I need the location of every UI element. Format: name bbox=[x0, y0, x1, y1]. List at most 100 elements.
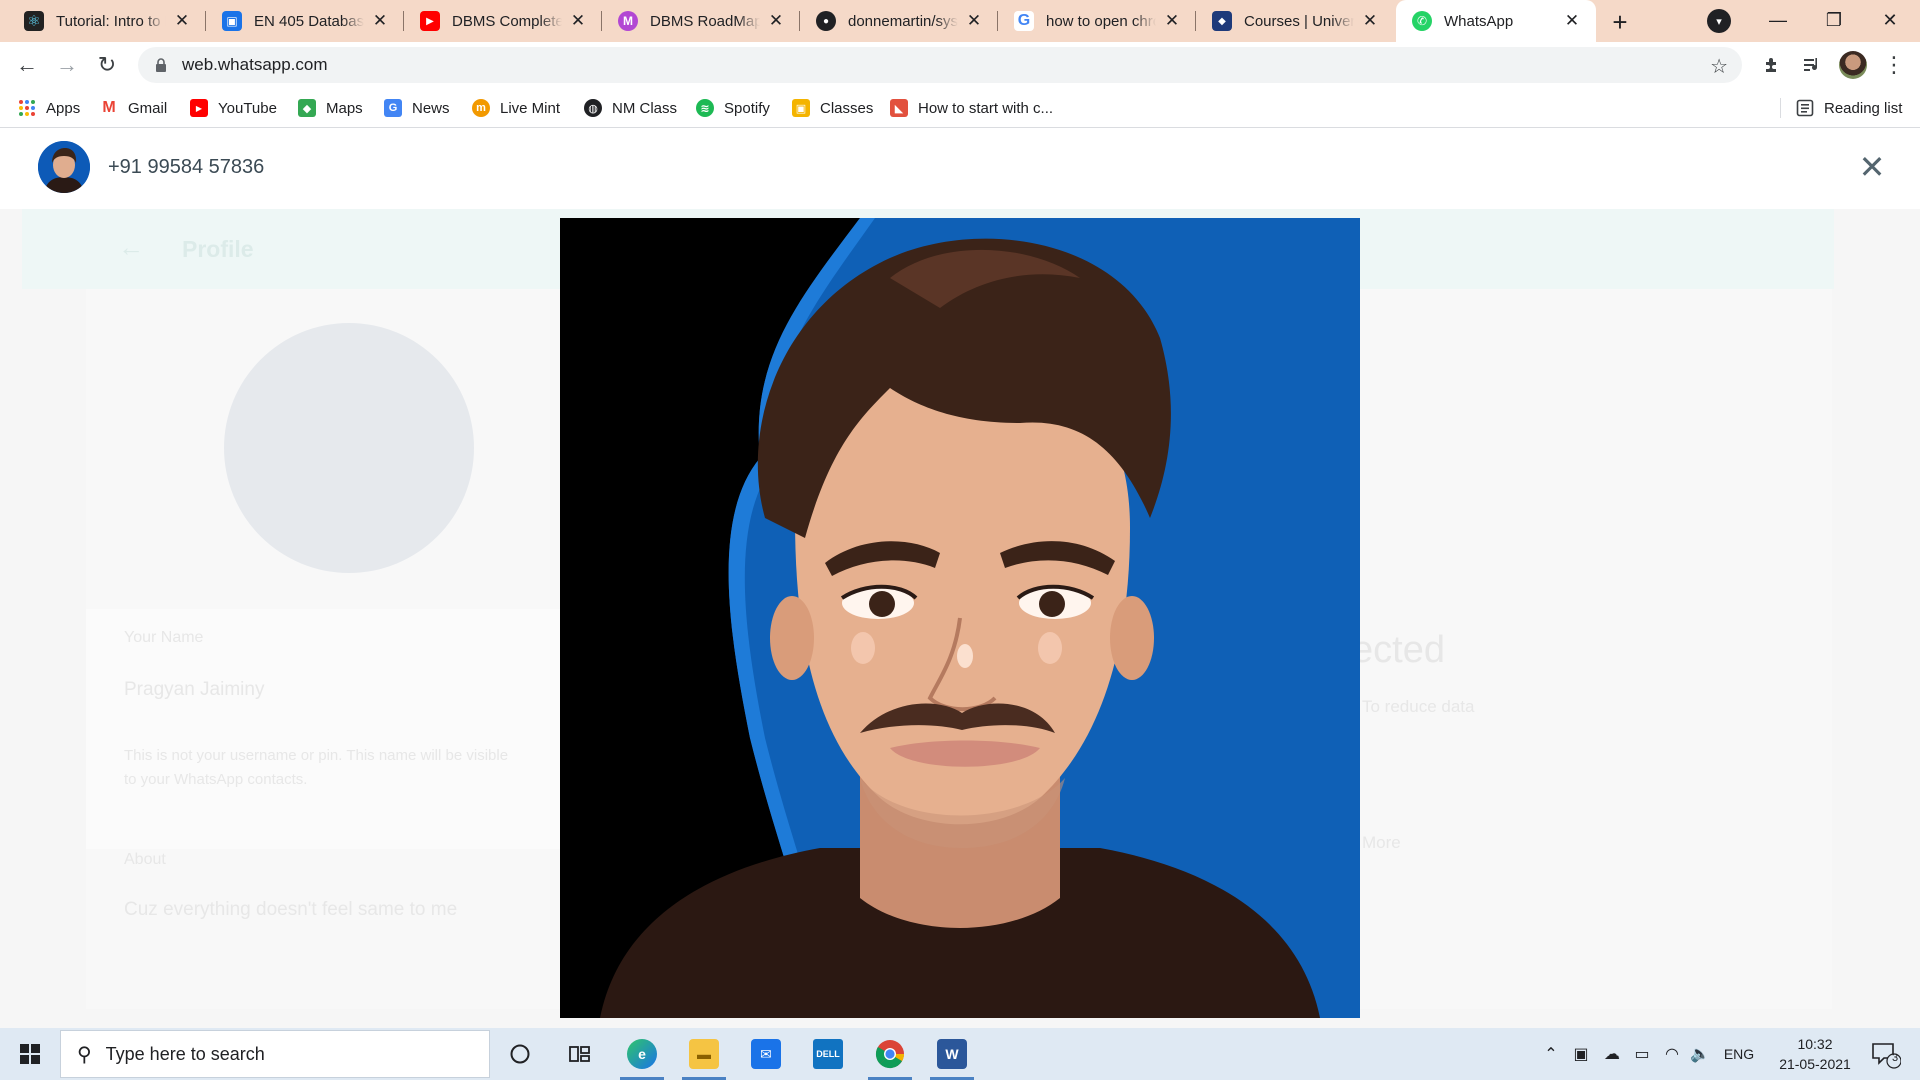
onedrive-icon[interactable]: ☁ bbox=[1598, 1028, 1626, 1080]
bookmark-livemint[interactable]: m Live Mint bbox=[472, 88, 560, 128]
about-label: About bbox=[124, 851, 166, 868]
bookmark-nm-class[interactable]: ◍ NM Class bbox=[584, 88, 677, 128]
cartoon-portrait-image bbox=[560, 218, 1360, 1018]
windows-taskbar: ⚲ Type here to search e ▬ ✉ DELL W ⌃ ▣ ☁… bbox=[0, 1028, 1920, 1080]
cortana-icon[interactable] bbox=[490, 1028, 550, 1080]
edge-icon[interactable]: e bbox=[612, 1028, 672, 1080]
reload-icon[interactable]: ↻ bbox=[91, 49, 123, 81]
bookmark-label: YouTube bbox=[218, 99, 277, 117]
battery-icon[interactable]: ▭ bbox=[1628, 1028, 1656, 1080]
new-tab-button[interactable]: + bbox=[1604, 6, 1636, 38]
profile-avatar-faded bbox=[224, 323, 474, 573]
spotify-icon: ≋ bbox=[696, 99, 714, 117]
profile-title: Profile bbox=[182, 236, 254, 262]
m-icon: M bbox=[618, 11, 638, 31]
tab-courses[interactable]: ◆ Courses | University ✕ bbox=[1196, 0, 1394, 42]
language-indicator[interactable]: ENG bbox=[1718, 1028, 1760, 1080]
tab-whatsapp[interactable]: ✆ WhatsApp ✕ bbox=[1396, 0, 1596, 42]
bookmark-label: Maps bbox=[326, 99, 363, 117]
forward-icon[interactable]: → bbox=[51, 49, 83, 81]
right-heading: ected bbox=[1352, 629, 1445, 671]
globe-icon: ◍ bbox=[584, 99, 602, 117]
bookmark-how-to-start[interactable]: ◣ How to start with c... bbox=[890, 88, 1053, 128]
taskbar-search-box[interactable]: ⚲ Type here to search bbox=[60, 1030, 490, 1078]
tab-dbms-playlist[interactable]: ▶ DBMS Complete Playlist ✕ bbox=[404, 0, 602, 42]
close-icon[interactable]: ✕ bbox=[1360, 11, 1380, 31]
volume-icon[interactable]: 🔈 bbox=[1686, 1028, 1714, 1080]
bookmark-site-icon: ◣ bbox=[890, 99, 908, 117]
tab-react-tutorial[interactable]: ⚛ Tutorial: Intro to React ✕ bbox=[8, 0, 206, 42]
task-view-icon[interactable] bbox=[550, 1028, 610, 1080]
mail-icon[interactable]: ✉ bbox=[736, 1028, 796, 1080]
tab-title: WhatsApp bbox=[1444, 12, 1514, 30]
chrome-menu-icon[interactable]: ⋮ bbox=[1880, 51, 1908, 79]
livemint-icon: m bbox=[472, 99, 490, 117]
your-name-label: Your Name bbox=[124, 629, 204, 646]
window-close-icon[interactable]: ✕ bbox=[1860, 0, 1920, 40]
media-control-icon[interactable] bbox=[1798, 51, 1826, 79]
meet-now-icon[interactable]: ▣ bbox=[1568, 1028, 1594, 1080]
show-hidden-icons-icon[interactable]: ⌃ bbox=[1538, 1028, 1564, 1080]
right-line1: To reduce data bbox=[1362, 697, 1475, 716]
bookmark-youtube[interactable]: ▶ YouTube bbox=[190, 88, 277, 128]
reading-list-label: Reading list bbox=[1824, 99, 1903, 117]
tab-title: Tutorial: Intro to React bbox=[56, 12, 166, 30]
maps-icon: ◆ bbox=[298, 99, 316, 117]
contact-avatar[interactable] bbox=[38, 141, 90, 193]
browser-toolbar: ← → ↻ web.whatsapp.com ☆ ⋮ bbox=[0, 42, 1920, 88]
profile-avatar[interactable] bbox=[1839, 51, 1867, 79]
contact-number: +91 99584 57836 bbox=[108, 156, 265, 178]
minimize-icon[interactable]: — bbox=[1748, 0, 1808, 40]
close-icon[interactable]: ✕ bbox=[766, 11, 786, 31]
back-icon[interactable]: ← bbox=[11, 49, 43, 81]
bookmark-apps[interactable]: Apps bbox=[18, 88, 80, 128]
close-icon[interactable]: ✕ bbox=[1562, 11, 1582, 31]
bookmark-label: Spotify bbox=[724, 99, 770, 117]
bookmark-classes[interactable]: ▣ Classes bbox=[792, 88, 873, 128]
bookmark-label: Classes bbox=[820, 99, 874, 117]
close-viewer-icon[interactable]: ✕ bbox=[1852, 147, 1892, 187]
close-icon[interactable]: ✕ bbox=[1162, 11, 1182, 31]
windows-start-icon[interactable] bbox=[0, 1028, 60, 1080]
restore-icon[interactable]: ❐ bbox=[1804, 0, 1864, 40]
name-hint-line2: to your WhatsApp contacts. bbox=[124, 771, 308, 788]
url-text[interactable]: web.whatsapp.com bbox=[182, 55, 328, 75]
tab-google-search[interactable]: G how to open chrome devtools ✕ bbox=[998, 0, 1196, 42]
chrome-icon[interactable] bbox=[860, 1028, 920, 1080]
word-icon[interactable]: W bbox=[922, 1028, 982, 1080]
close-icon[interactable]: ✕ bbox=[964, 11, 984, 31]
lock-icon[interactable] bbox=[152, 56, 170, 74]
bookmark-gmail[interactable]: M Gmail bbox=[100, 88, 167, 128]
bookmark-label: NM Class bbox=[612, 99, 678, 117]
tab-title: Courses | University bbox=[1244, 12, 1354, 30]
wifi-icon[interactable]: ◠ bbox=[1658, 1028, 1686, 1080]
media-viewer-header: +91 99584 57836 ✕ bbox=[0, 129, 1920, 209]
dell-icon[interactable]: DELL bbox=[798, 1028, 858, 1080]
tab-github[interactable]: ● donnemartin/system-design-primer ✕ bbox=[800, 0, 998, 42]
close-icon[interactable]: ✕ bbox=[568, 11, 588, 31]
extensions-icon[interactable] bbox=[1758, 51, 1786, 79]
reading-list-button[interactable]: Reading list bbox=[1796, 88, 1902, 128]
file-explorer-icon[interactable]: ▬ bbox=[674, 1028, 734, 1080]
close-icon[interactable]: ✕ bbox=[370, 11, 390, 31]
bookmark-spotify[interactable]: ≋ Spotify bbox=[696, 88, 770, 128]
bookmarks-bar: Apps M Gmail ▶ YouTube ◆ Maps G News m L… bbox=[0, 88, 1920, 128]
bookmark-star-icon[interactable]: ☆ bbox=[1710, 54, 1728, 79]
news-icon: G bbox=[384, 99, 402, 117]
address-bar[interactable]: web.whatsapp.com ☆ bbox=[138, 47, 1742, 83]
bookmark-label: Apps bbox=[46, 99, 81, 117]
notification-count: 3 bbox=[1892, 1052, 1899, 1064]
about-value: Cuz everything doesn't feel same to me bbox=[124, 899, 458, 920]
close-icon[interactable]: ✕ bbox=[172, 11, 192, 31]
taskbar-clock[interactable]: 10:32 21-05-2021 bbox=[1760, 1034, 1870, 1074]
notification-center-icon[interactable]: 3 bbox=[1866, 1038, 1906, 1072]
tab-en405[interactable]: ▣ EN 405 Database Management Systems ✕ bbox=[206, 0, 404, 42]
whatsapp-icon: ✆ bbox=[1412, 11, 1432, 31]
bookmark-maps[interactable]: ◆ Maps bbox=[298, 88, 363, 128]
bookmark-label: News bbox=[412, 99, 450, 117]
tab-search-icon[interactable]: ▾ bbox=[1707, 9, 1731, 33]
bookmark-label: Gmail bbox=[128, 99, 168, 117]
youtube-icon: ▶ bbox=[420, 11, 440, 31]
bookmark-news[interactable]: G News bbox=[384, 88, 450, 128]
tab-dbms-roadmap[interactable]: M DBMS RoadMap - Notion ✕ bbox=[602, 0, 800, 42]
